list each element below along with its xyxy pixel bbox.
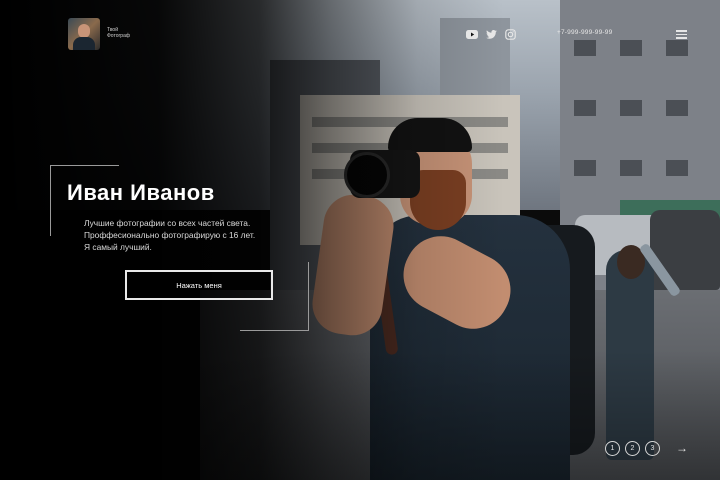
subtitle-line: Проффесионально фотографирую с 16 лет. bbox=[84, 230, 256, 240]
brand-name: Твой Фотограф bbox=[107, 27, 130, 39]
slider-pagination: 1 2 3 bbox=[605, 441, 660, 456]
next-arrow-icon[interactable]: → bbox=[676, 441, 688, 455]
slide-1-button[interactable]: 1 bbox=[605, 441, 620, 456]
subtitle-line: Я самый лучший. bbox=[84, 242, 152, 252]
slide-3-button[interactable]: 3 bbox=[645, 441, 660, 456]
cta-button[interactable]: Нажать меня bbox=[125, 270, 273, 300]
phone-number-link[interactable]: +7-999-999-99-99 bbox=[557, 29, 612, 36]
logo-avatar[interactable] bbox=[68, 18, 100, 50]
hero-title: Иван Иванов bbox=[67, 180, 215, 205]
twitter-icon[interactable] bbox=[485, 28, 497, 40]
hamburger-menu-icon[interactable] bbox=[676, 30, 687, 39]
subtitle-line: Лучшие фотографии со всех частей света. bbox=[84, 218, 251, 228]
brand-line-2: Фотограф bbox=[107, 33, 130, 39]
social-links bbox=[466, 28, 516, 40]
hero-subtitle: Лучшие фотографии со всех частей света. … bbox=[84, 217, 255, 253]
slide-2-button[interactable]: 2 bbox=[625, 441, 640, 456]
youtube-icon[interactable] bbox=[466, 28, 478, 40]
instagram-icon[interactable] bbox=[504, 28, 516, 40]
bottom-dark-overlay bbox=[0, 350, 720, 480]
